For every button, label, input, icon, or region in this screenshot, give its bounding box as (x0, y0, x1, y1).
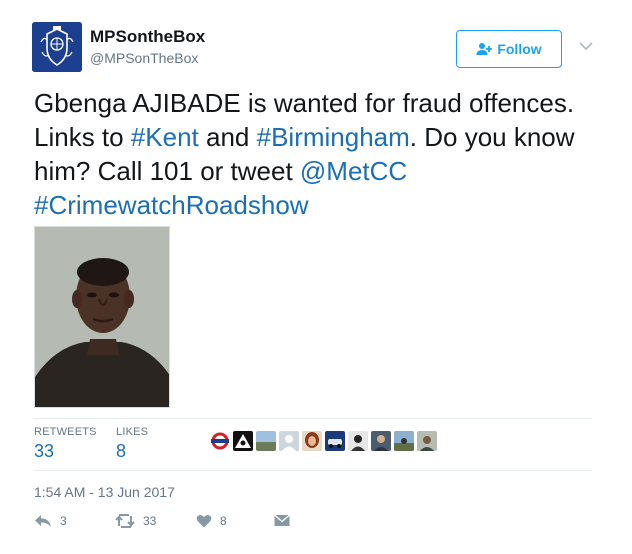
author-handle[interactable]: @MPSonTheBox (90, 50, 198, 66)
hashtag-birmingham[interactable]: #Birmingham (257, 122, 410, 152)
retweet-icon (115, 514, 135, 528)
suspect-photo[interactable] (34, 226, 170, 408)
avatar[interactable] (371, 431, 391, 451)
author-name[interactable]: MPSontheBox (90, 27, 205, 47)
hashtag-crimewatchroadshow[interactable]: #CrimewatchRoadshow (34, 190, 309, 220)
direct-message-button[interactable] (274, 514, 290, 527)
divider (34, 418, 592, 419)
avatar[interactable] (302, 431, 322, 451)
mugshot-image (35, 227, 169, 407)
avatar[interactable] (279, 431, 299, 451)
tweet-text: Gbenga AJIBADE is wanted for fraud offen… (34, 86, 604, 222)
avatar[interactable] (233, 431, 253, 451)
avatar[interactable] (256, 431, 276, 451)
tweet-text-part: and (198, 122, 257, 152)
add-user-icon (476, 43, 493, 55)
like-button[interactable]: 8 (196, 514, 227, 528)
avatar[interactable] (348, 431, 368, 451)
retweets-label: RETWEETS (34, 426, 97, 438)
tweet-timestamp[interactable]: 1:54 AM - 13 Jun 2017 (34, 484, 175, 500)
hashtag-kent[interactable]: #Kent (131, 122, 199, 152)
avatar[interactable] (325, 431, 345, 451)
heart-icon (196, 514, 212, 528)
likes-count[interactable]: 8 (116, 441, 126, 462)
met-police-crest-icon (32, 22, 82, 72)
avatar[interactable] (32, 22, 82, 72)
avatar[interactable] (210, 431, 230, 451)
reply-count: 3 (60, 514, 67, 528)
retweet-count: 33 (143, 514, 157, 528)
divider (34, 470, 592, 471)
retweets-count[interactable]: 33 (34, 441, 54, 462)
avatar[interactable] (394, 431, 414, 451)
chevron-down-icon[interactable] (578, 40, 594, 52)
reply-button[interactable]: 3 (34, 514, 67, 528)
follow-button[interactable]: Follow (456, 30, 562, 68)
like-count: 8 (220, 514, 227, 528)
liked-by-avatars (210, 431, 437, 451)
retweet-button[interactable]: 33 (115, 514, 156, 528)
likes-label: LIKES (116, 426, 149, 438)
envelope-icon (274, 514, 290, 526)
reply-icon (35, 515, 51, 527)
follow-label: Follow (497, 41, 542, 57)
mention-metcc[interactable]: @MetCC (300, 156, 407, 186)
avatar[interactable] (417, 431, 437, 451)
